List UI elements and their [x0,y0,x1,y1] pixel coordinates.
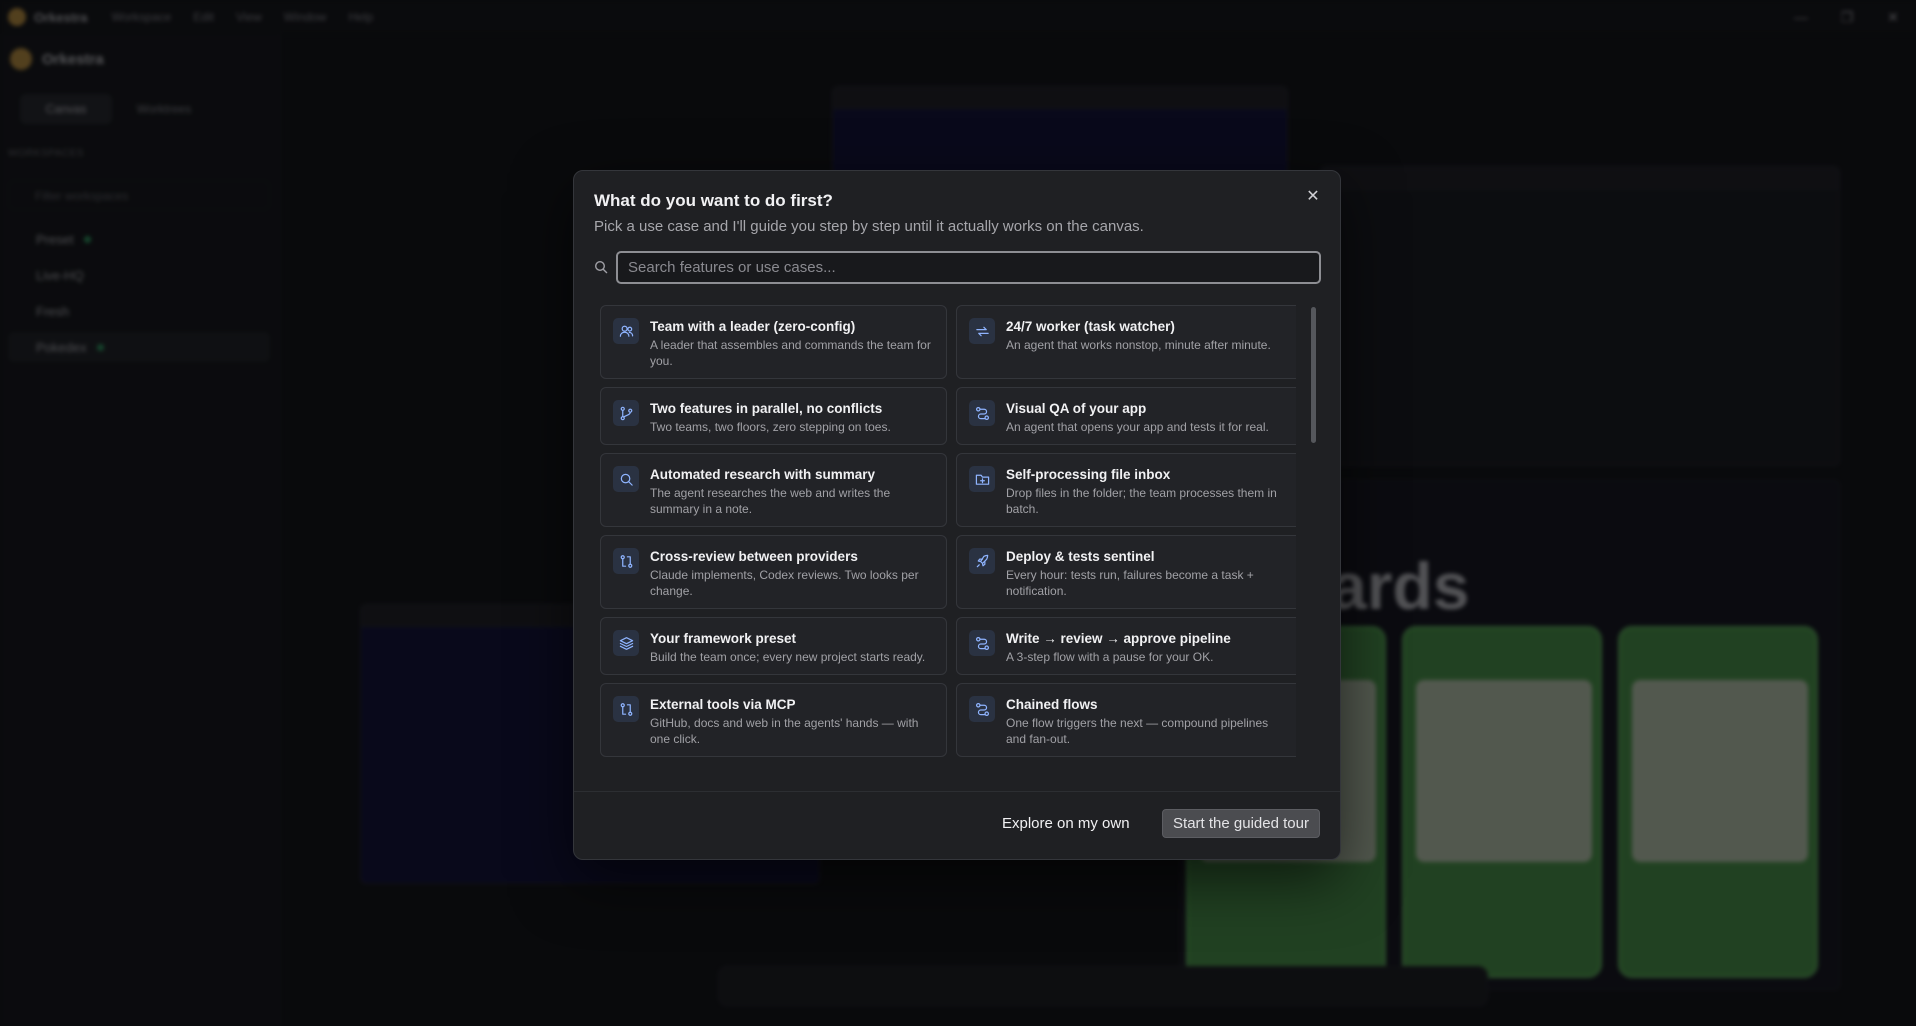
use-case-description: Every hour: tests run, failures become a… [1006,568,1254,598]
use-case-title: Cross-review between providers [650,549,858,564]
use-case-title: Your framework preset [650,631,797,646]
users-icon [613,318,639,344]
scrollbar[interactable] [1311,307,1316,443]
explore-on-my-own-button[interactable]: Explore on my own [1002,809,1130,838]
folder-plus-icon [969,466,995,492]
use-case-description: A leader that assembles and commands the… [650,338,931,368]
use-case-title: 24/7 worker (task watcher) [1006,319,1175,334]
use-case-description: Drop files in the folder; the team proce… [1006,486,1277,516]
use-case-description: The agent researches the web and writes … [650,486,891,516]
use-case-title: Automated research with summary [650,467,876,482]
use-case-card[interactable]: Team with a leader (zero-config) A leader… [600,305,947,379]
use-case-card[interactable]: Two features in parallel, no conflicts Tw… [600,387,947,445]
use-case-title: Self-processing file inbox [1006,467,1171,482]
use-case-description: One flow triggers the next — compound pi… [1006,716,1269,746]
layers-icon [613,630,639,656]
use-case-card[interactable]: 24/7 worker (task watcher) An agent that … [956,305,1296,379]
use-case-card[interactable]: External tools via MCP GitHub, docs and w… [600,683,947,757]
route-icon [969,630,995,656]
search-icon [594,260,608,274]
close-icon[interactable]: ✕ [1302,185,1324,207]
use-case-card[interactable]: Your framework preset Build the team once… [600,617,947,675]
search-icon [613,466,639,492]
use-case-description: An agent that works nonstop, minute afte… [1006,338,1271,352]
use-case-list: Team with a leader (zero-config) A leader… [600,305,1296,760]
use-case-title: Visual QA of your app [1006,401,1147,416]
git-compare-icon [613,548,639,574]
use-case-card[interactable]: Cross-review between providers Claude imp… [600,535,947,609]
use-case-description: Two teams, two floors, zero stepping on … [650,420,891,434]
use-case-dialog: What do you want to do first? Pick a use… [573,170,1341,860]
use-case-description: Build the team once; every new project s… [650,650,926,664]
search-input[interactable] [616,251,1321,284]
use-case-card[interactable]: Deploy & tests sentinel Every hour: tests… [956,535,1296,609]
use-case-title: Chained flows [1006,697,1098,712]
use-case-description: A 3-step flow with a pause for your OK. [1006,650,1214,664]
use-case-title: Two features in parallel, no conflicts [650,401,883,416]
use-case-card[interactable]: Chained flows One flow triggers the next … [956,683,1296,757]
footer-divider [574,791,1340,792]
use-case-card[interactable]: Write → review → approve pipeline A 3-ste… [956,617,1296,675]
route-icon [969,696,995,722]
start-guided-tour-button[interactable]: Start the guided tour [1162,809,1320,838]
use-case-card[interactable]: Self-processing file inbox Drop files in … [956,453,1296,527]
use-case-description: An agent that opens your app and tests i… [1006,420,1269,434]
use-case-description: Claude implements, Codex reviews. Two lo… [650,568,919,598]
route-icon [969,400,995,426]
use-case-description: GitHub, docs and web in the agents' hand… [650,716,919,746]
use-case-card[interactable]: Automated research with summary The agent… [600,453,947,527]
use-case-title: Team with a leader (zero-config) [650,319,856,334]
use-case-title: External tools via MCP [650,697,796,712]
git-compare-icon [613,696,639,722]
repeat-icon [969,318,995,344]
rocket-icon [969,548,995,574]
git-branch-icon [613,400,639,426]
use-case-title: Deploy & tests sentinel [1006,549,1155,564]
dialog-subtitle: Pick a use case and I'll guide you step … [594,218,1144,235]
use-case-card[interactable]: Visual QA of your app An agent that opens… [956,387,1296,445]
dialog-title: What do you want to do first? [594,191,833,210]
use-case-title: Write → review → approve pipeline [1006,631,1231,646]
